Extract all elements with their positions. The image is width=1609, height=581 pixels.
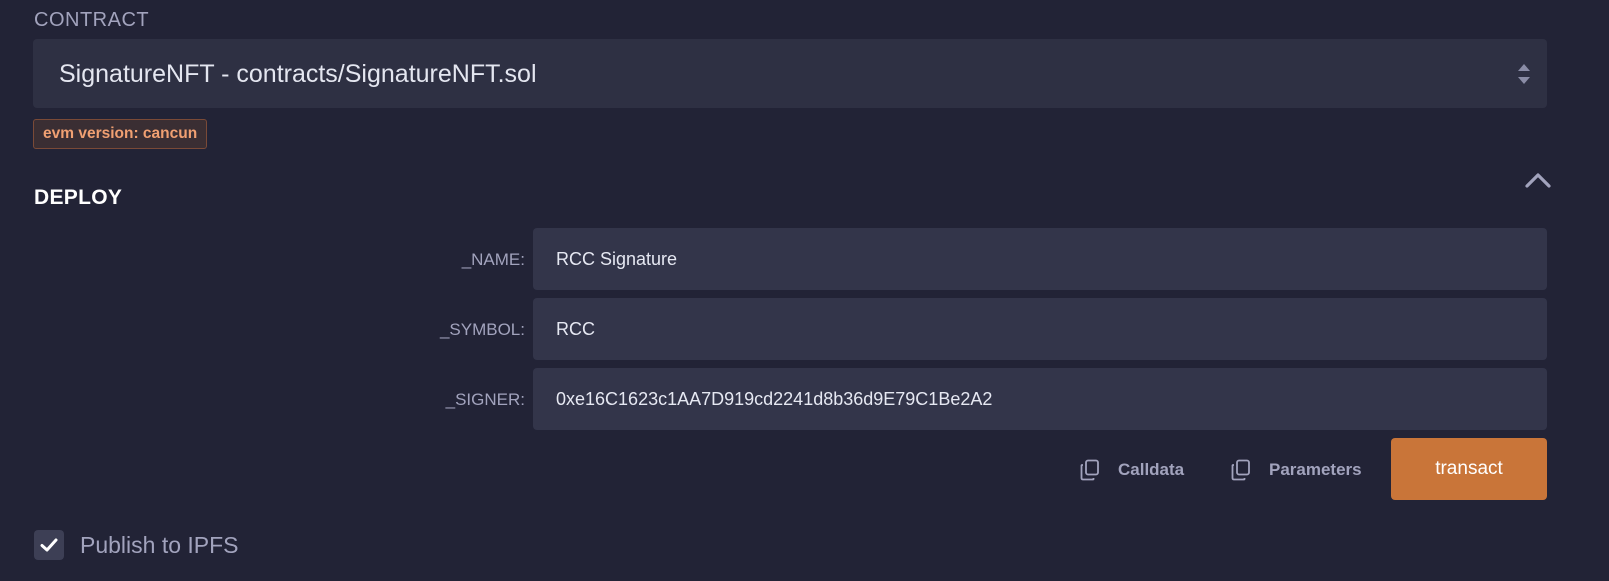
- copy-parameters-button[interactable]: Parameters: [1231, 455, 1362, 485]
- chevron-up-icon[interactable]: [1524, 170, 1552, 190]
- deploy-panel: CONTRACT SignatureNFT - contracts/Signat…: [0, 0, 1609, 581]
- parameters-label: Parameters: [1269, 460, 1362, 479]
- contract-select-value: SignatureNFT - contracts/SignatureNFT.so…: [59, 60, 537, 88]
- contract-select[interactable]: SignatureNFT - contracts/SignatureNFT.so…: [33, 39, 1547, 108]
- evm-version-badge: evm version: cancun: [33, 119, 208, 149]
- publish-ipfs-label[interactable]: Publish to IPFS: [80, 532, 239, 559]
- copy-calldata-button[interactable]: Calldata: [1080, 455, 1184, 485]
- check-icon: [40, 538, 58, 552]
- publish-ipfs-checkbox[interactable]: [34, 530, 64, 560]
- name-param-input[interactable]: [533, 228, 1547, 290]
- select-arrows-icon: [1518, 64, 1530, 84]
- copy-icon: [1231, 459, 1250, 481]
- signer-param-input[interactable]: [533, 368, 1547, 430]
- transact-button[interactable]: transact: [1391, 438, 1547, 500]
- symbol-param-label: _SYMBOL:: [439, 320, 525, 339]
- contract-section-label: CONTRACT: [34, 9, 150, 31]
- signer-param-label: _SIGNER:: [445, 390, 525, 409]
- deploy-title: DEPLOY: [34, 186, 123, 209]
- calldata-label: Calldata: [1118, 460, 1185, 479]
- copy-icon: [1080, 459, 1099, 481]
- name-param-label: _NAME:: [461, 250, 525, 269]
- symbol-param-input[interactable]: [533, 298, 1547, 360]
